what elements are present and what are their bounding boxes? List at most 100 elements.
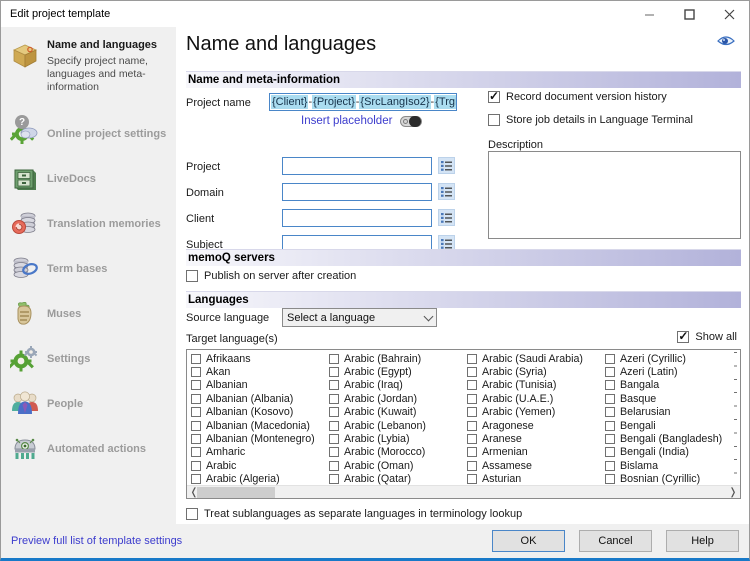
client-field-input[interactable] xyxy=(282,209,432,227)
target-language-listbox[interactable]: Afrikaans Akan Albanian xyxy=(186,349,741,499)
sidebar-item-livedocs[interactable]: LiveDocs xyxy=(1,156,176,201)
language-checkbox[interactable] xyxy=(467,434,477,444)
project-name-input[interactable]: {Client}-{Project}-{SrcLangIso2}-{TrgL xyxy=(269,93,457,111)
language-checkbox[interactable] xyxy=(329,474,339,484)
language-option[interactable]: Albanian (Montenegro) xyxy=(191,432,329,445)
maximize-button[interactable] xyxy=(669,1,709,27)
source-language-dropdown[interactable]: Select a language xyxy=(282,308,437,327)
description-textarea[interactable] xyxy=(488,151,741,239)
language-checkbox[interactable] xyxy=(467,380,477,390)
scroll-right-icon[interactable]: ❭ xyxy=(726,487,740,498)
language-checkbox[interactable] xyxy=(605,394,615,404)
language-option[interactable]: Akan xyxy=(191,365,329,378)
language-option[interactable]: Aragonese xyxy=(467,419,605,432)
language-option[interactable]: Albanian xyxy=(191,379,329,392)
language-checkbox[interactable] xyxy=(605,461,615,471)
language-option[interactable]: Arabic (Yemen) xyxy=(467,406,605,419)
language-checkbox[interactable] xyxy=(191,447,201,457)
store-job-checkbox[interactable] xyxy=(488,114,500,126)
record-version-checkbox[interactable] xyxy=(488,91,500,103)
language-checkbox[interactable] xyxy=(191,434,201,444)
language-option[interactable]: Amharic xyxy=(191,446,329,459)
language-option[interactable]: Arabic (Saudi Arabia) xyxy=(467,352,605,365)
language-checkbox[interactable] xyxy=(191,354,201,364)
project-list-picker-button[interactable] xyxy=(438,157,455,174)
horizontal-scrollbar[interactable]: ❬ ❭ xyxy=(187,485,740,498)
language-checkbox[interactable] xyxy=(191,421,201,431)
preview-template-settings-link[interactable]: Preview full list of template settings xyxy=(11,535,182,547)
language-option[interactable]: Bengali xyxy=(605,419,740,432)
show-all-row[interactable]: Show all xyxy=(677,331,737,343)
language-checkbox[interactable] xyxy=(605,434,615,444)
sidebar-item-translation-memories[interactable]: Translation memories xyxy=(1,201,176,246)
language-checkbox[interactable] xyxy=(467,461,477,471)
language-checkbox[interactable] xyxy=(329,407,339,417)
language-checkbox[interactable] xyxy=(329,447,339,457)
language-option[interactable]: Aranese xyxy=(467,432,605,445)
language-option[interactable]: Arabic (Morocco) xyxy=(329,446,467,459)
insert-placeholder-toggle[interactable] xyxy=(400,116,422,127)
language-checkbox[interactable] xyxy=(329,380,339,390)
insert-placeholder-link[interactable]: Insert placeholder xyxy=(301,115,392,127)
language-option[interactable]: Bengali (India) xyxy=(605,446,740,459)
language-option[interactable]: Arabic (Algeria) xyxy=(191,473,329,485)
language-option[interactable]: Belarusian xyxy=(605,406,740,419)
language-option[interactable]: Arabic (Jordan) xyxy=(329,392,467,405)
help-button[interactable]: Help xyxy=(666,530,739,552)
language-checkbox[interactable] xyxy=(191,380,201,390)
language-option[interactable]: Afrikaans xyxy=(191,352,329,365)
preview-eye-icon[interactable] xyxy=(717,35,735,50)
language-option[interactable]: Albanian (Kosovo) xyxy=(191,406,329,419)
language-checkbox[interactable] xyxy=(467,394,477,404)
language-checkbox[interactable] xyxy=(467,447,477,457)
language-checkbox[interactable] xyxy=(605,367,615,377)
store-job-row[interactable]: Store job details in Language Terminal xyxy=(488,114,693,126)
language-checkbox[interactable] xyxy=(467,474,477,484)
language-option[interactable]: Azeri (Latin) xyxy=(605,365,740,378)
language-option[interactable]: Arabic (Iraq) xyxy=(329,379,467,392)
publish-server-row[interactable]: Publish on server after creation xyxy=(186,270,356,282)
language-option[interactable]: Arabic (Qatar) xyxy=(329,473,467,485)
language-checkbox[interactable] xyxy=(467,407,477,417)
language-checkbox[interactable] xyxy=(605,447,615,457)
language-option[interactable]: Azeri (Cyrillic) xyxy=(605,352,740,365)
language-option[interactable]: Arabic (Egypt) xyxy=(329,365,467,378)
language-checkbox[interactable] xyxy=(605,380,615,390)
language-option[interactable]: Arabic (Lybia) xyxy=(329,432,467,445)
close-button[interactable] xyxy=(709,1,749,27)
language-checkbox[interactable] xyxy=(467,421,477,431)
language-checkbox[interactable] xyxy=(605,474,615,484)
language-option[interactable]: Arabic (U.A.E.) xyxy=(467,392,605,405)
sublanguages-row[interactable]: Treat sublanguages as separate languages… xyxy=(186,508,522,520)
minimize-button[interactable] xyxy=(629,1,669,27)
domain-list-picker-button[interactable] xyxy=(438,183,455,200)
language-option[interactable]: Albanian (Albania) xyxy=(191,392,329,405)
language-option[interactable]: Bosnian (Cyrillic) xyxy=(605,473,740,485)
sidebar-item-term-bases[interactable]: Term bases xyxy=(1,246,176,291)
language-checkbox[interactable] xyxy=(191,367,201,377)
scrollbar-thumb[interactable] xyxy=(197,487,275,498)
language-option[interactable]: Arabic (Lebanon) xyxy=(329,419,467,432)
publish-server-checkbox[interactable] xyxy=(186,270,198,282)
sidebar-item-muses[interactable]: Muses xyxy=(1,291,176,336)
language-option[interactable]: Armenian xyxy=(467,446,605,459)
language-checkbox[interactable] xyxy=(329,354,339,364)
project-field-input[interactable] xyxy=(282,157,432,175)
language-option[interactable]: Bangala xyxy=(605,379,740,392)
language-option[interactable]: Albanian (Macedonia) xyxy=(191,419,329,432)
ok-button[interactable]: OK xyxy=(492,530,565,552)
sidebar-item-name-and-languages[interactable]: Name and languages Specify project name,… xyxy=(1,35,176,111)
language-option[interactable]: Bengali (Bangladesh) xyxy=(605,432,740,445)
language-option[interactable]: Arabic (Tunisia) xyxy=(467,379,605,392)
language-checkbox[interactable] xyxy=(191,407,201,417)
sidebar-item-settings[interactable]: Settings xyxy=(1,336,176,381)
domain-field-input[interactable] xyxy=(282,183,432,201)
language-checkbox[interactable] xyxy=(605,407,615,417)
cancel-button[interactable]: Cancel xyxy=(579,530,652,552)
language-checkbox[interactable] xyxy=(605,421,615,431)
language-checkbox[interactable] xyxy=(329,367,339,377)
language-option[interactable]: Assamese xyxy=(467,459,605,472)
language-checkbox[interactable] xyxy=(191,474,201,484)
record-version-row[interactable]: Record document version history xyxy=(488,91,667,103)
language-checkbox[interactable] xyxy=(329,421,339,431)
